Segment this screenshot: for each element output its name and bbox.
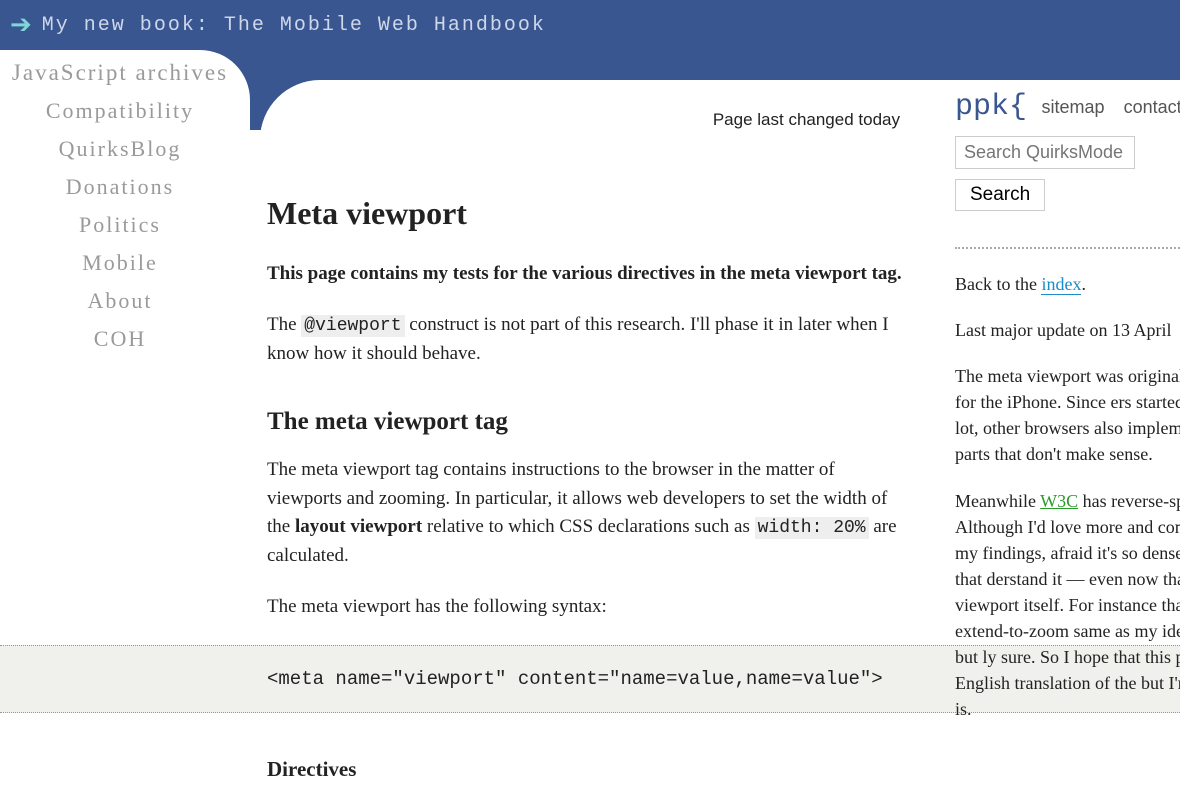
nav-politics[interactable]: Politics xyxy=(0,212,240,238)
arrow-right-icon: ➔ xyxy=(10,12,32,38)
text: relative to which CSS declarations such … xyxy=(422,516,754,537)
index-link[interactable]: index xyxy=(1041,274,1081,295)
intro-paragraph: This page contains my tests for the vari… xyxy=(267,260,907,289)
text: for the iPhone. Since ers started to use… xyxy=(955,392,1180,464)
text: The xyxy=(267,314,301,335)
show-link[interactable]: show xyxy=(955,217,1180,235)
w3c-link[interactable]: W3C xyxy=(1040,491,1078,511)
page-title: Meta viewport xyxy=(267,195,907,232)
para-apple: The meta viewport was originally by Appl… xyxy=(955,363,1180,467)
nav-compatibility[interactable]: Compatibility xyxy=(0,98,240,124)
nav-coh[interactable]: COH xyxy=(0,326,240,352)
text: has reverse-specification. Although I'd … xyxy=(955,491,1180,720)
paragraph-layout-viewport: The meta viewport tag contains instructi… xyxy=(267,456,907,571)
book-link[interactable]: My new book: The Mobile Web Handbook xyxy=(42,14,546,37)
last-major-update: Last major update on 13 April xyxy=(955,317,1180,343)
search-input[interactable] xyxy=(955,136,1135,169)
ppk-logo[interactable]: ppk{ xyxy=(955,90,1027,124)
text: Meanwhile xyxy=(955,491,1040,511)
heading-directives: Directives xyxy=(267,757,907,782)
text: The meta viewport was originally by xyxy=(955,366,1180,386)
search-box: Search xyxy=(955,136,1180,211)
text: Back to the xyxy=(955,274,1041,294)
article: Meta viewport This page contains my test… xyxy=(267,195,907,643)
last-changed: Page last changed today xyxy=(400,110,900,130)
heading-meta-viewport-tag: The meta viewport tag xyxy=(267,408,907,436)
sidebar-nav: JavaScript archives Compatibility Quirks… xyxy=(0,60,240,364)
code-width-20pct: width: 20% xyxy=(755,517,869,539)
top-links: sitemap contact xyxy=(1042,97,1180,118)
contact-link[interactable]: contact xyxy=(1124,97,1180,117)
sitemap-link[interactable]: sitemap xyxy=(1042,97,1105,117)
code-at-viewport: @viewport xyxy=(301,315,404,337)
nav-quirksblog[interactable]: QuirksBlog xyxy=(0,136,240,162)
search-button[interactable]: Search xyxy=(955,179,1045,211)
text: . xyxy=(1081,274,1086,294)
divider xyxy=(955,247,1180,249)
nav-mobile[interactable]: Mobile xyxy=(0,250,240,276)
nav-donations[interactable]: Donations xyxy=(0,174,240,200)
top-bar: ➔ My new book: The Mobile Web Handbook xyxy=(0,0,1180,50)
nav-js-archives[interactable]: JavaScript archives xyxy=(0,60,240,86)
paragraph-viewport-construct: The @viewport construct is not part of t… xyxy=(267,311,907,369)
back-to-index: Back to the index. xyxy=(955,271,1180,297)
strong-layout-viewport: layout viewport xyxy=(295,516,422,537)
para-w3c: Meanwhile W3C has reverse-specification.… xyxy=(955,488,1180,723)
right-column: ppk{ sitemap contact Search show Back to… xyxy=(955,90,1180,742)
paragraph-syntax-intro: The meta viewport has the following synt… xyxy=(267,593,907,622)
nav-about[interactable]: About xyxy=(0,288,240,314)
